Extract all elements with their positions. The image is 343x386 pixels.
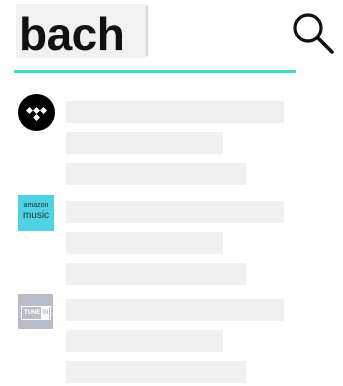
skeleton-line	[66, 163, 246, 185]
skeleton-line	[66, 132, 223, 154]
tidal-logo-icon	[18, 94, 55, 131]
skeleton-line	[66, 361, 246, 383]
tunein-logo-text: TUNE	[24, 310, 41, 316]
result-row-tidal[interactable]	[0, 92, 343, 188]
search-underline	[14, 70, 296, 73]
result-row-amazon-music[interactable]: amazon music	[0, 192, 343, 288]
result-row-tunein[interactable]: TUNE IN	[0, 290, 343, 386]
skeleton-line	[66, 232, 223, 254]
music-logo-text: music	[22, 210, 50, 221]
text-caret	[146, 6, 148, 56]
search-query-text: bach	[19, 8, 125, 60]
tunein-logo-icon: TUNE IN	[18, 294, 53, 329]
search-input[interactable]: bach	[16, 4, 148, 60]
skeleton-line	[66, 101, 284, 123]
tunein-logo-tag: TUNE IN	[21, 306, 52, 320]
search-bar: bach	[14, 0, 343, 74]
skeleton-line	[66, 330, 223, 352]
skeleton-line	[66, 263, 246, 285]
amazon-logo-text: amazon	[23, 202, 49, 209]
tunein-logo-in: IN	[41, 307, 50, 319]
amazon-music-logo-icon: amazon music	[18, 195, 54, 231]
skeleton-line	[66, 201, 284, 223]
search-icon[interactable]	[291, 11, 335, 55]
skeleton-line	[66, 299, 284, 321]
